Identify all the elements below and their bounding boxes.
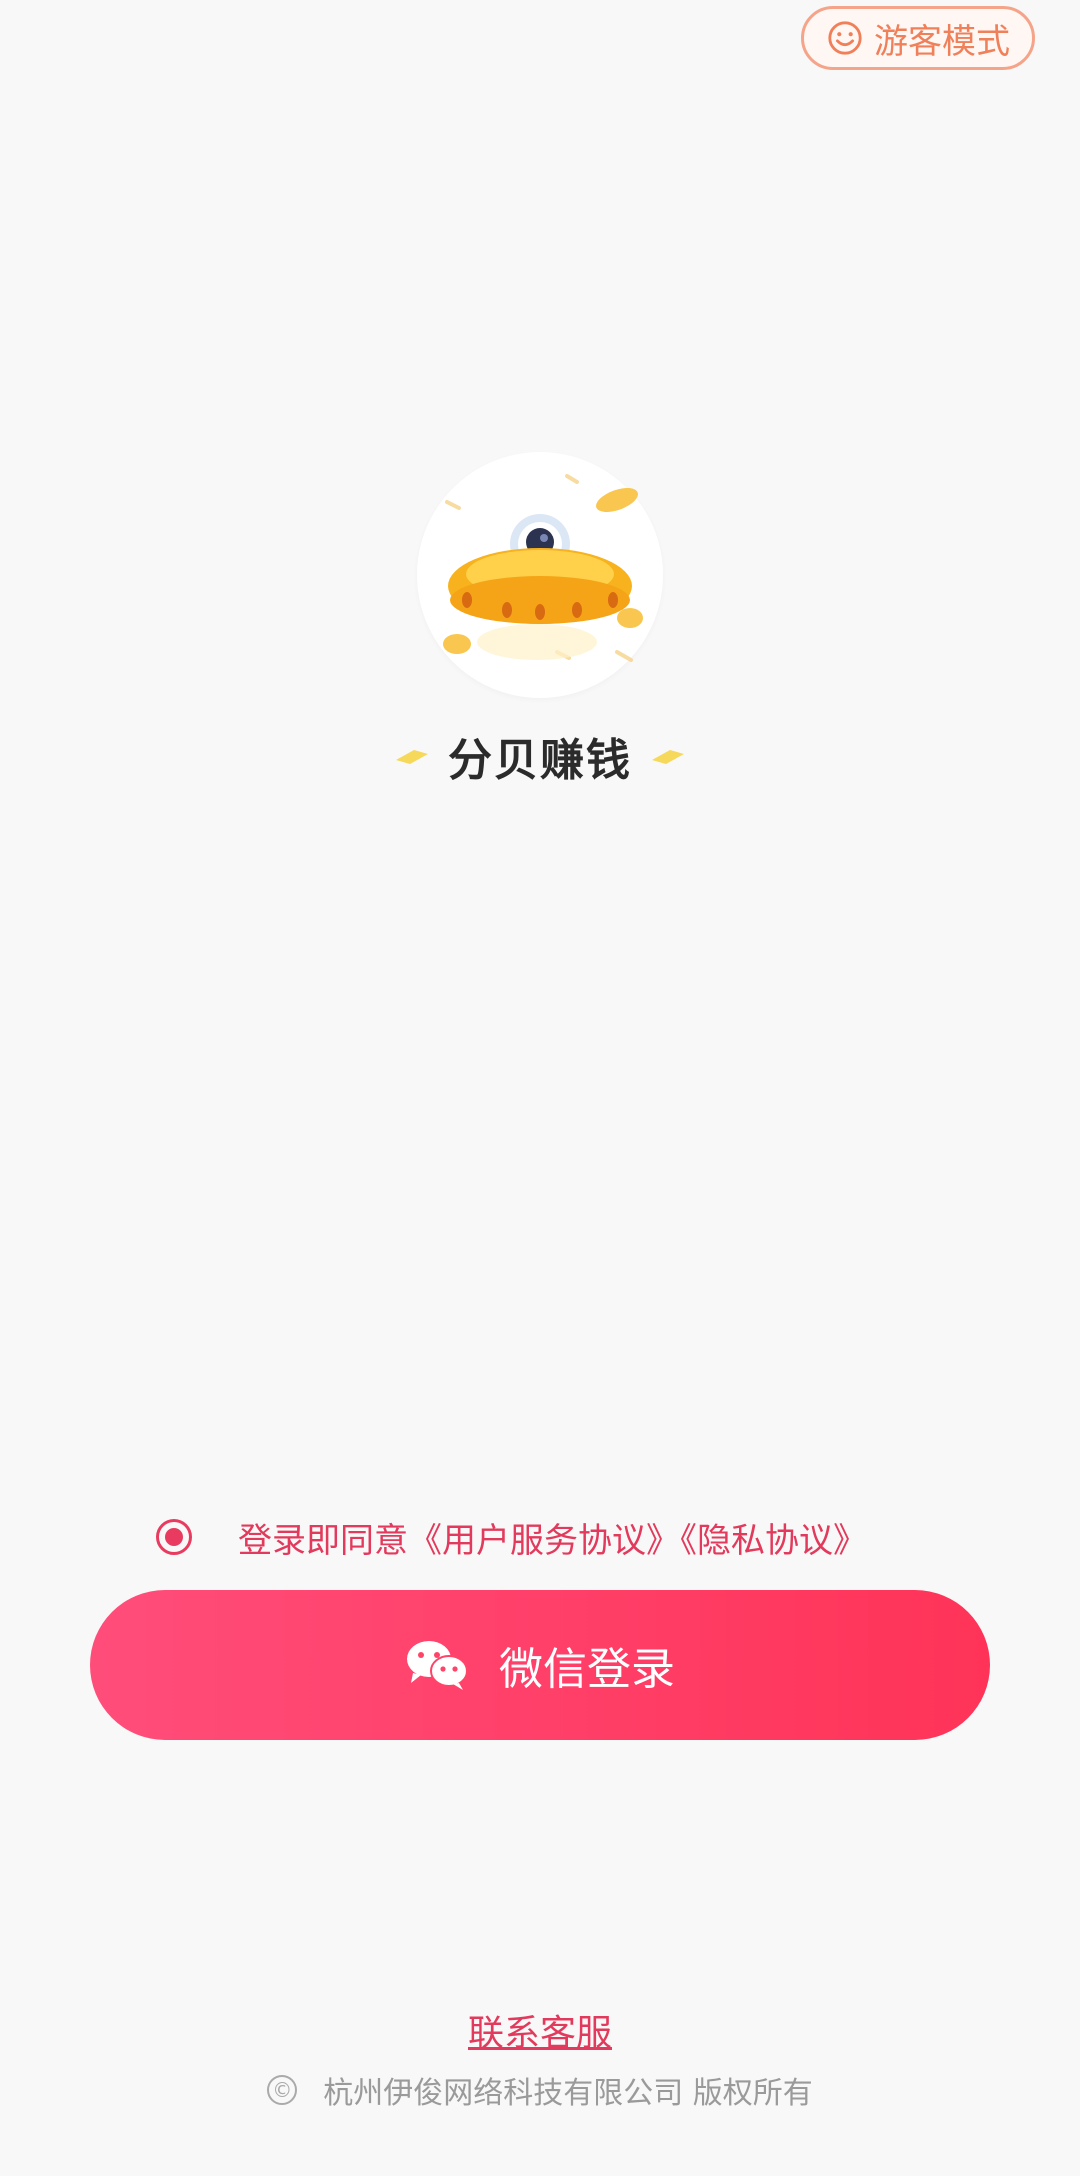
sparkle-left-icon: [396, 750, 428, 764]
copyright-text: 杭州伊俊网络科技有限公司 版权所有: [323, 2076, 813, 2111]
contact-support-link[interactable]: 联系客服: [0, 2004, 1080, 2056]
user-terms-link[interactable]: 《用户服务协议》: [408, 1521, 680, 1561]
wechat-icon: [407, 1641, 468, 1690]
brand-name: 分贝赚钱: [448, 735, 632, 786]
ufo-logo-icon: [443, 474, 643, 662]
privacy-terms-link[interactable]: 《隐私协议》: [680, 1521, 867, 1561]
agreement-prefix: 登录即同意: [238, 1520, 408, 1561]
guest-mode-button[interactable]: 游客模式: [801, 6, 1035, 70]
brand-title: 分贝赚钱: [390, 720, 690, 792]
sparkle-right-icon: [652, 750, 684, 764]
agreement-row: 登录即同意《用户服务协议》《隐私协议》: [156, 1512, 867, 1562]
agreement-radio[interactable]: [156, 1519, 192, 1555]
smiley-icon: [828, 21, 862, 55]
guest-mode-label: 游客模式: [874, 21, 1010, 62]
wechat-login-button[interactable]: 微信登录: [90, 1590, 990, 1740]
wechat-login-label: 微信登录: [499, 1644, 675, 1695]
agreement-text: 登录即同意《用户服务协议》《隐私协议》: [238, 1513, 867, 1562]
copyright-icon: ©: [267, 2075, 298, 2105]
copyright: © 杭州伊俊网络科技有限公司 版权所有: [0, 2068, 1080, 2112]
app-logo: [417, 452, 663, 698]
